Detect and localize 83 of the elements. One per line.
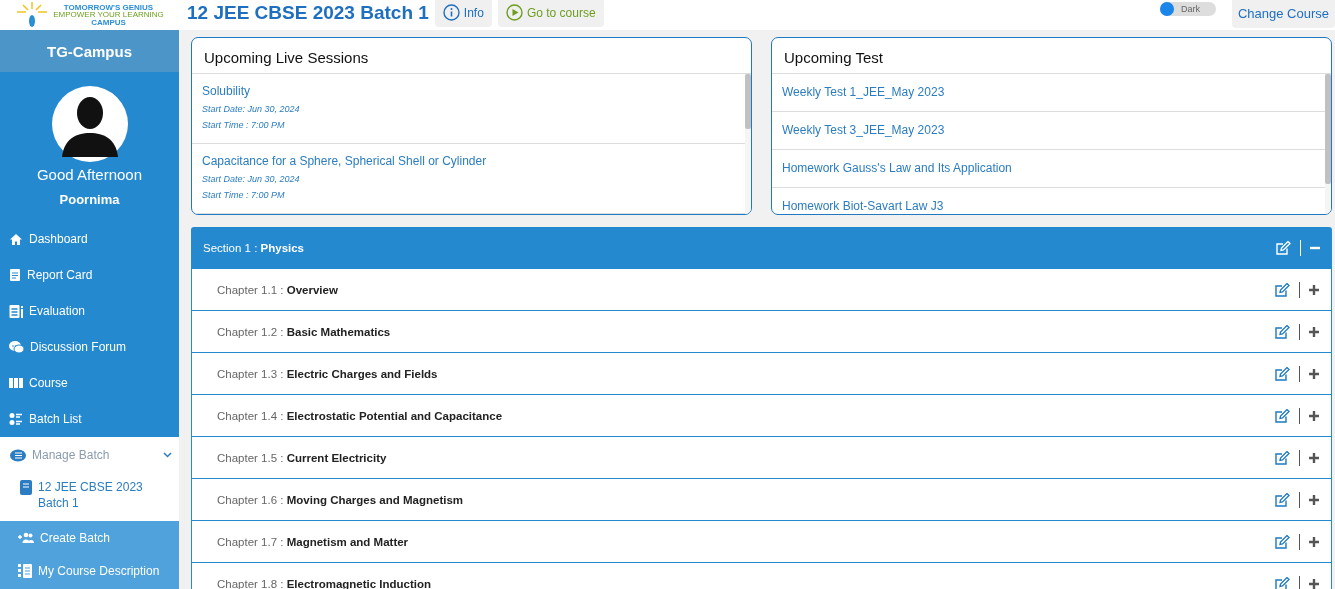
info-button[interactable]: Info [434,0,492,27]
page-title: 12 JEE CBSE 2023 Batch 1 [187,1,429,24]
plus-icon[interactable] [1309,284,1319,295]
chapter-title: Chapter 1.3 : Electric Charges and Fields [217,367,438,380]
chapter-title: Chapter 1.4 : Electrostatic Potential and Capacitance [217,409,503,422]
columns-icon [9,377,23,389]
clipboard-icon [9,268,21,282]
card-title: Upcoming Live Sessions [192,38,751,74]
sidebar-item[interactable]: Batch List [0,401,179,437]
section-title: Section 1 : Physics [203,242,305,254]
edit-icon[interactable] [1275,576,1290,589]
test-link[interactable]: Weekly Test 1_JEE_May 2023 [782,85,1315,99]
chapter-row[interactable]: Chapter 1.1 : Overview [191,269,1332,311]
clipboard-icon [9,304,23,318]
plus-icon[interactable] [1309,410,1319,421]
session-date: Start Date: Jun 30, 2024 [202,174,301,184]
scrollbar-thumb[interactable] [1325,74,1331,184]
edit-icon[interactable] [1276,241,1291,255]
grid-list-icon [18,563,32,578]
session-time: Start Time : 7:00 PM [202,190,286,200]
chapter-row[interactable]: Chapter 1.4 : Electrostatic Potential and Capacitance [191,395,1332,437]
edit-icon[interactable] [1275,324,1290,339]
chapter-title: Chapter 1.6 : Moving Charges and Magnetism [217,493,464,506]
logo-tagline: EMPOWER YOUR LEARNING [53,11,164,19]
sidebar-item[interactable]: Report Card [0,257,179,293]
session-link[interactable]: Solubility [202,84,735,98]
plus-icon[interactable] [1309,578,1319,589]
session-date: Start Date: Jun 30, 2024 [202,104,301,114]
sidebar-item[interactable]: My Course Description [0,554,179,587]
card-title: Upcoming Test [772,38,1331,74]
go-to-course-button[interactable]: Go to course [497,0,604,27]
chapter-row[interactable]: Chapter 1.7 : Magnetism and Matter [191,521,1332,563]
play-icon [505,4,523,21]
chapter-row[interactable]: Chapter 1.8 : Electromagnetic Induction [191,563,1332,589]
book-icon [20,480,32,495]
edit-icon[interactable] [1275,450,1290,465]
edit-icon[interactable] [1275,282,1290,297]
sidebar-item[interactable]: Manage Batch [0,437,179,473]
sidebar-item[interactable]: Course [0,365,179,401]
chat-icon [9,340,24,354]
dark-mode-toggle[interactable]: Dark [1159,2,1216,16]
chapter-row[interactable]: Chapter 1.2 : Basic Mathematics [191,311,1332,353]
scrollbar-thumb[interactable] [745,74,751,129]
test-link[interactable]: Homework Gauss's Law and Its Application [782,161,1315,175]
chapter-title: Chapter 1.2 : Basic Mathematics [217,325,391,338]
add-people-icon [18,531,34,544]
chapter-title: Chapter 1.8 : Electromagnetic Induction [217,577,432,589]
book-icon [9,448,26,462]
brand-title: TG-Campus [0,30,179,72]
plus-icon[interactable] [1309,452,1319,463]
session-time: Start Time : 7:00 PM [202,120,286,130]
session-link[interactable]: Capacitance for a Sphere, Spherical Shell or Cylinder [202,154,735,168]
sidebar-item[interactable]: Evaluation [0,293,179,329]
test-link[interactable]: Homework Biot-Savart Law J3 [782,199,1315,213]
test-link[interactable]: Weekly Test 3_JEE_May 2023 [782,123,1315,137]
greeting-text: Good Afternoon [35,166,144,183]
logo-title: TOMORROW'S GENIUS [63,3,154,12]
sidebar-item[interactable]: Create Batch [0,521,179,554]
sidebar-subitem[interactable]: 12 JEE CBSE 2023 Batch 1 [0,473,179,521]
home-icon [9,232,23,246]
logo-subtitle: CAMPUS [91,18,126,27]
edit-icon[interactable] [1275,366,1290,381]
chapter-row[interactable]: Chapter 1.6 : Moving Charges and Magnetism [191,479,1332,521]
section-header[interactable]: Section 1 : Physics [191,227,1332,269]
plus-icon[interactable] [1309,368,1319,379]
bulb-logo-icon [15,2,50,28]
user-name: Poornima [58,192,121,207]
info-icon [442,4,460,21]
plus-icon[interactable] [1309,494,1319,505]
chapter-row[interactable]: Chapter 1.3 : Electric Charges and Fields [191,353,1332,395]
edit-icon[interactable] [1275,534,1290,549]
chapter-title: Chapter 1.1 : Overview [217,283,338,296]
chapter-title: Chapter 1.7 : Magnetism and Matter [217,535,409,548]
plus-icon[interactable] [1309,326,1319,337]
list-icon [9,412,23,426]
sidebar-item[interactable]: Dashboard [0,221,179,257]
chapter-title: Chapter 1.5 : Current Electricity [217,451,387,464]
sidebar-item[interactable]: Discussion Forum [0,329,179,365]
plus-icon[interactable] [1309,536,1319,547]
change-course-button[interactable]: Change Course [1231,0,1335,28]
chapter-row[interactable]: Chapter 1.5 : Current Electricity [191,437,1332,479]
edit-icon[interactable] [1275,408,1290,423]
edit-icon[interactable] [1275,492,1290,507]
